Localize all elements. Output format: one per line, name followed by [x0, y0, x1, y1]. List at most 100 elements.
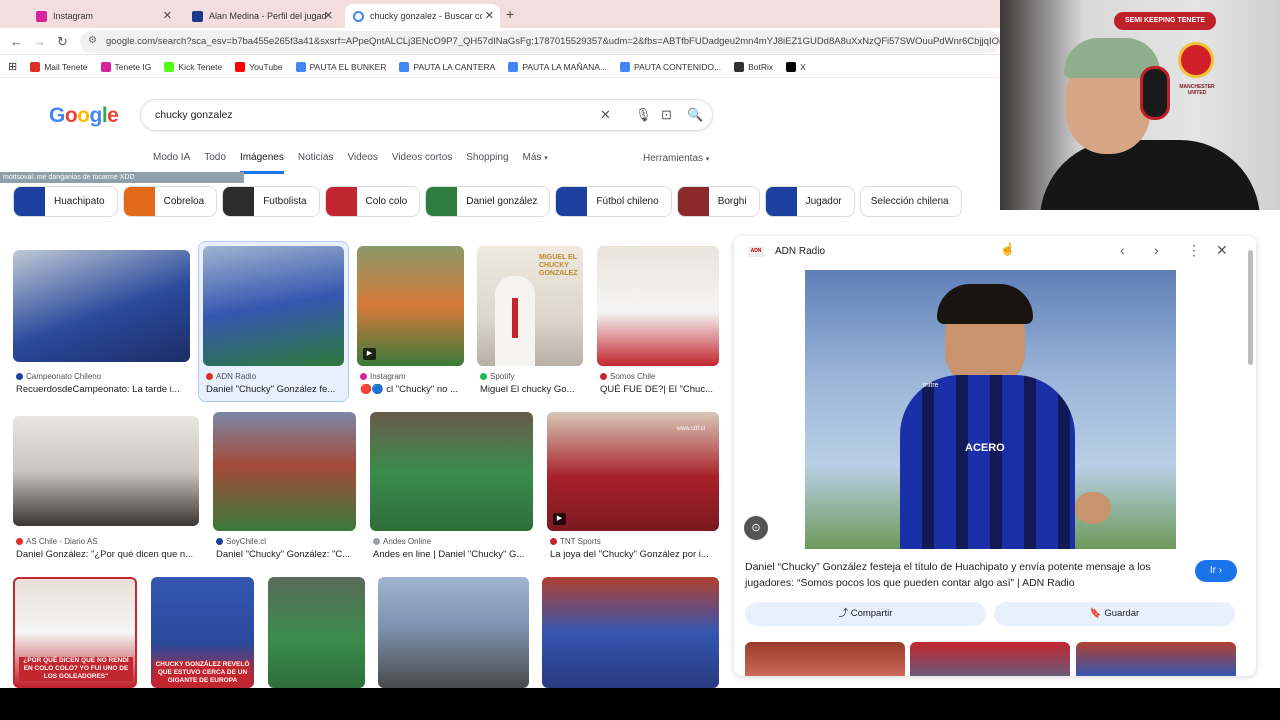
bookmark-item[interactable]: BotRix	[734, 61, 773, 72]
close-icon[interactable]: ✕	[324, 9, 333, 22]
go-to-site-button[interactable]: Ir ›	[1195, 560, 1237, 582]
result-image[interactable]	[213, 412, 356, 531]
result-title[interactable]: Andes en line | Daniel "Chucky" G...	[373, 549, 533, 560]
preview-site-name[interactable]: ADN Radio	[775, 246, 825, 257]
related-image[interactable]	[910, 642, 1070, 676]
image-result[interactable]: Campeonato Chileno RecuerdosdeCampeonato…	[13, 250, 190, 400]
tab-perfil[interactable]: Alan Medina - Perfil del jugado ✕	[184, 4, 339, 28]
result-image[interactable]: www.cdf.cl ▶	[547, 412, 719, 531]
image-result-selected[interactable]: ADN Radio Daniel "Chucky" González fe...	[203, 246, 344, 401]
result-image[interactable]	[597, 246, 719, 366]
tab-noticias[interactable]: Noticias	[298, 152, 334, 174]
result-image[interactable]: ¿POR QUÉ DICEN QUE NO RENDÍ EN COLO COLO…	[13, 577, 137, 688]
result-title[interactable]: RecuerdosdeCampeonato: La tarde i...	[16, 384, 190, 395]
result-image[interactable]	[13, 416, 199, 526]
preview-image[interactable]: ACERO mitre	[805, 270, 1176, 549]
related-image[interactable]	[1076, 642, 1236, 676]
image-result[interactable]: ▶ Instagram 🔴🔵 cl "Chucky" no ...	[357, 246, 464, 401]
bookmark-item[interactable]: PAUTA LA MAÑANA...	[508, 61, 607, 72]
chip-borghi[interactable]: Borghi	[676, 186, 760, 217]
more-vert-icon[interactable]: ⋮	[1187, 242, 1201, 259]
url-field[interactable]: ⚙ google.com/search?sca_esv=b7ba455e265f…	[80, 31, 1000, 53]
result-title[interactable]: Daniel "Chucky" González fe...	[206, 384, 344, 395]
result-image[interactable]	[203, 246, 344, 366]
result-title[interactable]: Miguel El chucky Go...	[480, 384, 583, 395]
bookmark-item[interactable]: PAUTA EL BUNKER	[295, 61, 386, 72]
image-result[interactable]: Andes Online Andes en line | Daniel "Chu…	[370, 412, 533, 567]
result-title[interactable]: Daniel "Chucky" González: "C...	[216, 549, 356, 560]
google-logo[interactable]: Google	[49, 104, 119, 128]
microphone-icon[interactable]: 🎙	[635, 107, 652, 123]
tab-google-search[interactable]: chucky gonzalez - Buscar con G ✕	[345, 4, 500, 28]
image-result[interactable]	[378, 577, 529, 688]
chip-seleccion-chilena[interactable]: Selección chilena	[859, 186, 962, 217]
bookmark-item[interactable]: Tenete IG	[100, 61, 151, 72]
tools-button[interactable]: Herramientas ▾	[643, 153, 709, 164]
search-input[interactable]: chucky gonzalez	[155, 109, 233, 121]
preview-caption[interactable]: Daniel “Chucky” González festeja el títu…	[745, 559, 1185, 591]
reload-icon[interactable]: ↻	[57, 34, 68, 50]
bookmark-item[interactable]: Kick Tenete	[164, 61, 222, 72]
chip-daniel-gonzalez[interactable]: Daniel gonzález	[425, 186, 551, 217]
scrollbar[interactable]	[1248, 250, 1253, 365]
chip-futbolista[interactable]: Futbolista	[222, 186, 320, 217]
tab-todo[interactable]: Todo	[204, 152, 226, 174]
bookmark-item[interactable]: X	[786, 61, 806, 72]
image-result[interactable]: CHUCKY GONZÁLEZ REVELÓ QUE ESTUVO CERCA …	[151, 577, 254, 688]
chip-colo-colo[interactable]: Colo colo	[324, 186, 421, 217]
image-result[interactable]	[268, 577, 365, 688]
image-result[interactable]	[542, 577, 719, 688]
bookmark-item[interactable]: Mail Tenete	[30, 61, 88, 72]
forward-arrow-icon[interactable]: →	[33, 34, 46, 49]
bookmark-item[interactable]: YouTube	[235, 61, 283, 72]
chip-jugador[interactable]: Jugador	[764, 186, 855, 217]
tab-imagenes[interactable]: Imágenes	[239, 152, 284, 174]
result-image[interactable]: ▶	[357, 246, 464, 366]
chevron-left-icon[interactable]: ‹	[1120, 242, 1125, 258]
image-result[interactable]: Somos Chile QUÉ FUE DE?| El "Chuc...	[597, 246, 719, 401]
lens-camera-icon[interactable]: ⊡	[661, 107, 672, 123]
image-result[interactable]: ¿POR QUÉ DICEN QUE NO RENDÍ EN COLO COLO…	[13, 577, 137, 688]
save-button[interactable]: 🔖 Guardar	[994, 602, 1235, 626]
tab-instagram[interactable]: Instagram ✕	[28, 4, 178, 28]
image-result[interactable]: AS Chile - Diario AS Daniel González: "¿…	[13, 416, 199, 566]
result-title[interactable]: 🔴🔵 cl "Chucky" no ...	[360, 384, 464, 395]
share-button[interactable]: ⤴ Compartir	[745, 602, 986, 626]
tab-videos-cortos[interactable]: Videos cortos	[392, 152, 452, 174]
result-image[interactable]	[542, 577, 719, 688]
result-image[interactable]	[13, 250, 190, 362]
result-image[interactable]: MIGUEL EL CHUCKY GONZALEZ	[477, 246, 583, 366]
image-result[interactable]: www.cdf.cl ▶ TNT Sports La joya del "Chu…	[547, 412, 719, 567]
tab-videos[interactable]: Videos	[347, 152, 377, 174]
close-icon[interactable]: ✕	[1216, 242, 1228, 259]
tab-shopping[interactable]: Shopping	[466, 152, 508, 174]
back-arrow-icon[interactable]: ←	[10, 34, 23, 49]
tab-modo-ia[interactable]: Modo IA	[153, 152, 190, 174]
chevron-right-icon[interactable]: ›	[1154, 242, 1159, 258]
result-image[interactable]	[268, 577, 365, 688]
result-image[interactable]	[378, 577, 529, 688]
result-title[interactable]: QUÉ FUE DE?| El "Chuc...	[600, 384, 719, 395]
search-box[interactable]: chucky gonzalez ✕ 🎙 ⊡ 🔍	[140, 99, 713, 131]
image-result[interactable]: SoyChile.cl Daniel "Chucky" González: "C…	[213, 412, 356, 567]
search-icon[interactable]: 🔍	[687, 107, 703, 123]
related-image[interactable]	[745, 642, 905, 676]
new-tab-button[interactable]: +	[506, 6, 514, 22]
close-icon[interactable]: ✕	[163, 9, 172, 22]
chip-cobreloa[interactable]: Cobreloa	[122, 186, 218, 217]
clear-icon[interactable]: ✕	[600, 107, 611, 123]
site-info-icon[interactable]: ⚙	[88, 35, 97, 46]
result-title[interactable]: Daniel González: "¿Por qué dicen que n..…	[16, 549, 199, 560]
result-image[interactable]: CHUCKY GONZÁLEZ REVELÓ QUE ESTUVO CERCA …	[151, 577, 254, 688]
result-image[interactable]	[370, 412, 533, 531]
chip-huachipato[interactable]: Huachipato	[13, 186, 118, 217]
chip-futbol-chileno[interactable]: Fútbol chileno	[555, 186, 672, 217]
apps-grid-icon[interactable]: ⊞	[8, 60, 17, 73]
image-result[interactable]: MIGUEL EL CHUCKY GONZALEZ Spotify Miguel…	[477, 246, 583, 401]
lens-search-icon[interactable]: ⊙	[744, 516, 768, 540]
bookmark-item[interactable]: PAUTA LA CANTERA	[399, 61, 495, 72]
result-title[interactable]: La joya del "Chucky" González por i...	[550, 549, 719, 560]
bookmark-item[interactable]: PAUTA CONTENIDO...	[620, 61, 721, 72]
tab-mas[interactable]: Más ▾	[523, 152, 548, 174]
close-icon[interactable]: ✕	[485, 9, 494, 22]
